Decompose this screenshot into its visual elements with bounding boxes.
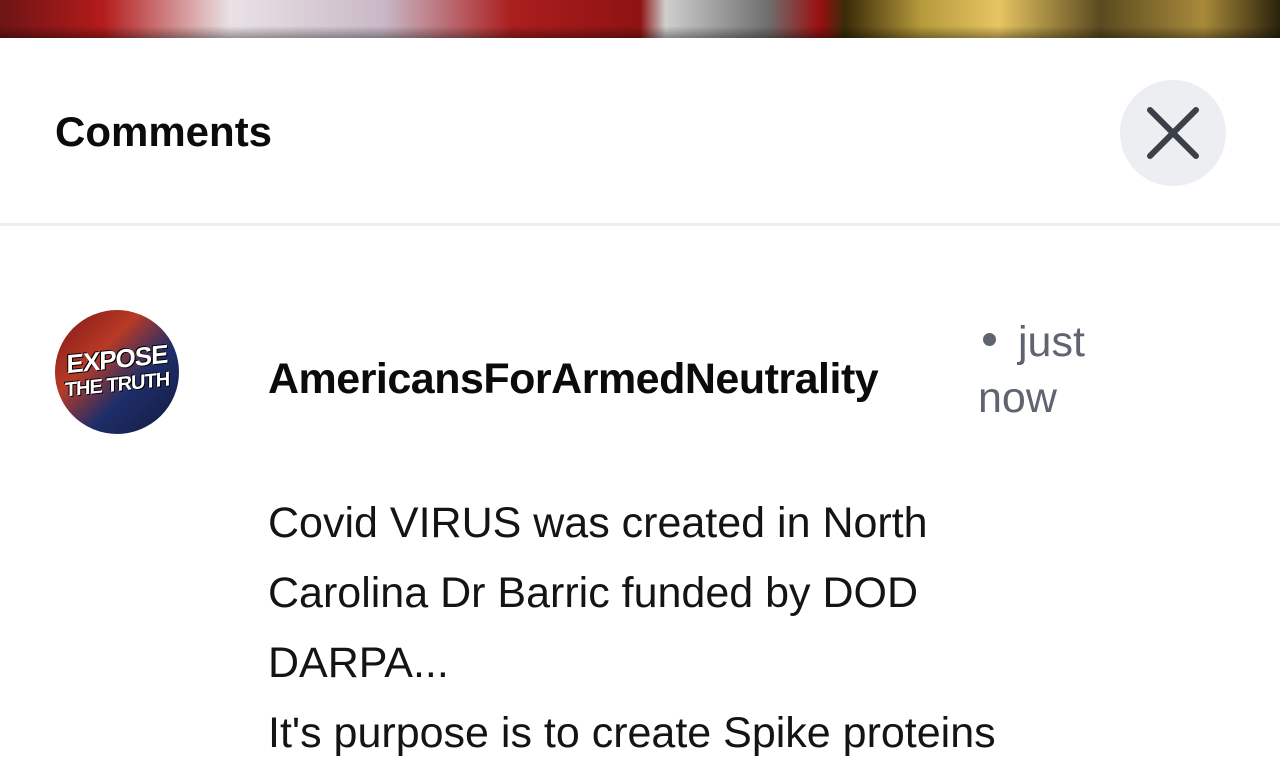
separator-dot	[983, 333, 996, 347]
comments-header: Comments	[0, 38, 1280, 226]
close-icon	[1147, 107, 1199, 159]
comment-timestamp: just now	[978, 314, 1128, 426]
timestamp-line1: just	[1018, 318, 1085, 366]
comment-line: Covid VIRUS was created in North	[268, 499, 928, 547]
comment-line: Carolina Dr Barric funded by DOD	[268, 569, 919, 617]
comments-title: Comments	[55, 108, 273, 155]
timestamp-line2: now	[978, 374, 1057, 422]
avatar[interactable]: EXPOSE THE TRUTH	[55, 310, 179, 434]
comment-line: It's purpose is to create Spike proteins	[268, 709, 996, 757]
comment-text: Covid VIRUS was created in North Carolin…	[268, 488, 1168, 768]
comment-line: DARPA...	[268, 639, 449, 687]
comment-username[interactable]: AmericansForArmedNeutrality	[268, 353, 879, 405]
video-preview-strip[interactable]	[0, 0, 1280, 38]
video-shade	[0, 26, 1280, 38]
close-button[interactable]	[1120, 80, 1226, 186]
